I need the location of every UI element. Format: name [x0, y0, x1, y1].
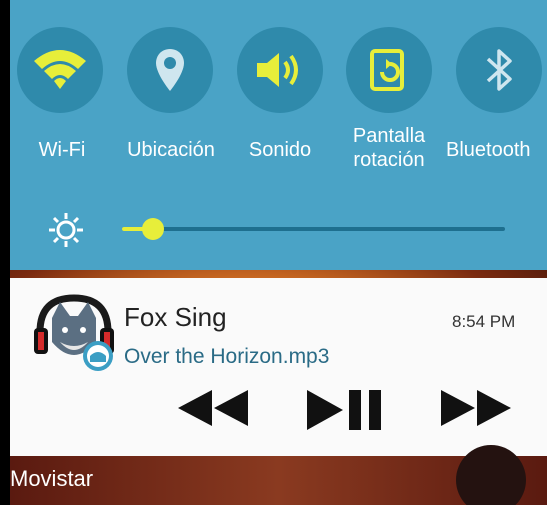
bluetooth-icon: [486, 49, 512, 91]
rotation-label: Pantalla rotación: [336, 124, 442, 172]
notification-time: 8:54 PM: [452, 312, 516, 331]
screen-rotation-toggle[interactable]: [346, 27, 432, 113]
previous-icon: [178, 390, 248, 426]
rotation-label-line1: Pantalla: [352, 125, 426, 147]
next-button[interactable]: [436, 388, 516, 428]
location-label: Ubicación: [127, 139, 215, 161]
next-icon: [441, 390, 511, 426]
wifi-toggle[interactable]: [17, 27, 103, 113]
track-app-title: Fox Sing: [124, 302, 227, 332]
wifi-label: Wi-Fi: [38, 139, 86, 161]
bluetooth-toggle[interactable]: [456, 27, 542, 113]
previous-button[interactable]: [173, 388, 253, 428]
wifi-icon: [34, 50, 86, 89]
fox-avatar-icon: [34, 294, 114, 371]
location-toggle[interactable]: [127, 27, 213, 113]
play-pause-button[interactable]: [300, 388, 390, 432]
screen-rotation-icon: [370, 49, 404, 91]
track-name: Over the Horizon.mp3: [124, 345, 330, 368]
brightness-icon: [49, 213, 83, 247]
volume-icon: [257, 53, 298, 87]
sound-label: Sonido: [248, 139, 312, 161]
play-pause-icon: [307, 390, 381, 430]
location-icon: [156, 49, 184, 91]
rotation-label-line2: rotación: [353, 149, 425, 171]
bluetooth-label: Bluetooth: [446, 139, 531, 161]
brightness-slider[interactable]: [122, 227, 505, 231]
sound-toggle[interactable]: [237, 27, 323, 113]
brightness-thumb[interactable]: [142, 218, 164, 240]
notification-shade: Wi-Fi Ubicación Sonido Pantalla rotación: [0, 0, 547, 505]
carrier-label: Movistar: [10, 466, 94, 491]
